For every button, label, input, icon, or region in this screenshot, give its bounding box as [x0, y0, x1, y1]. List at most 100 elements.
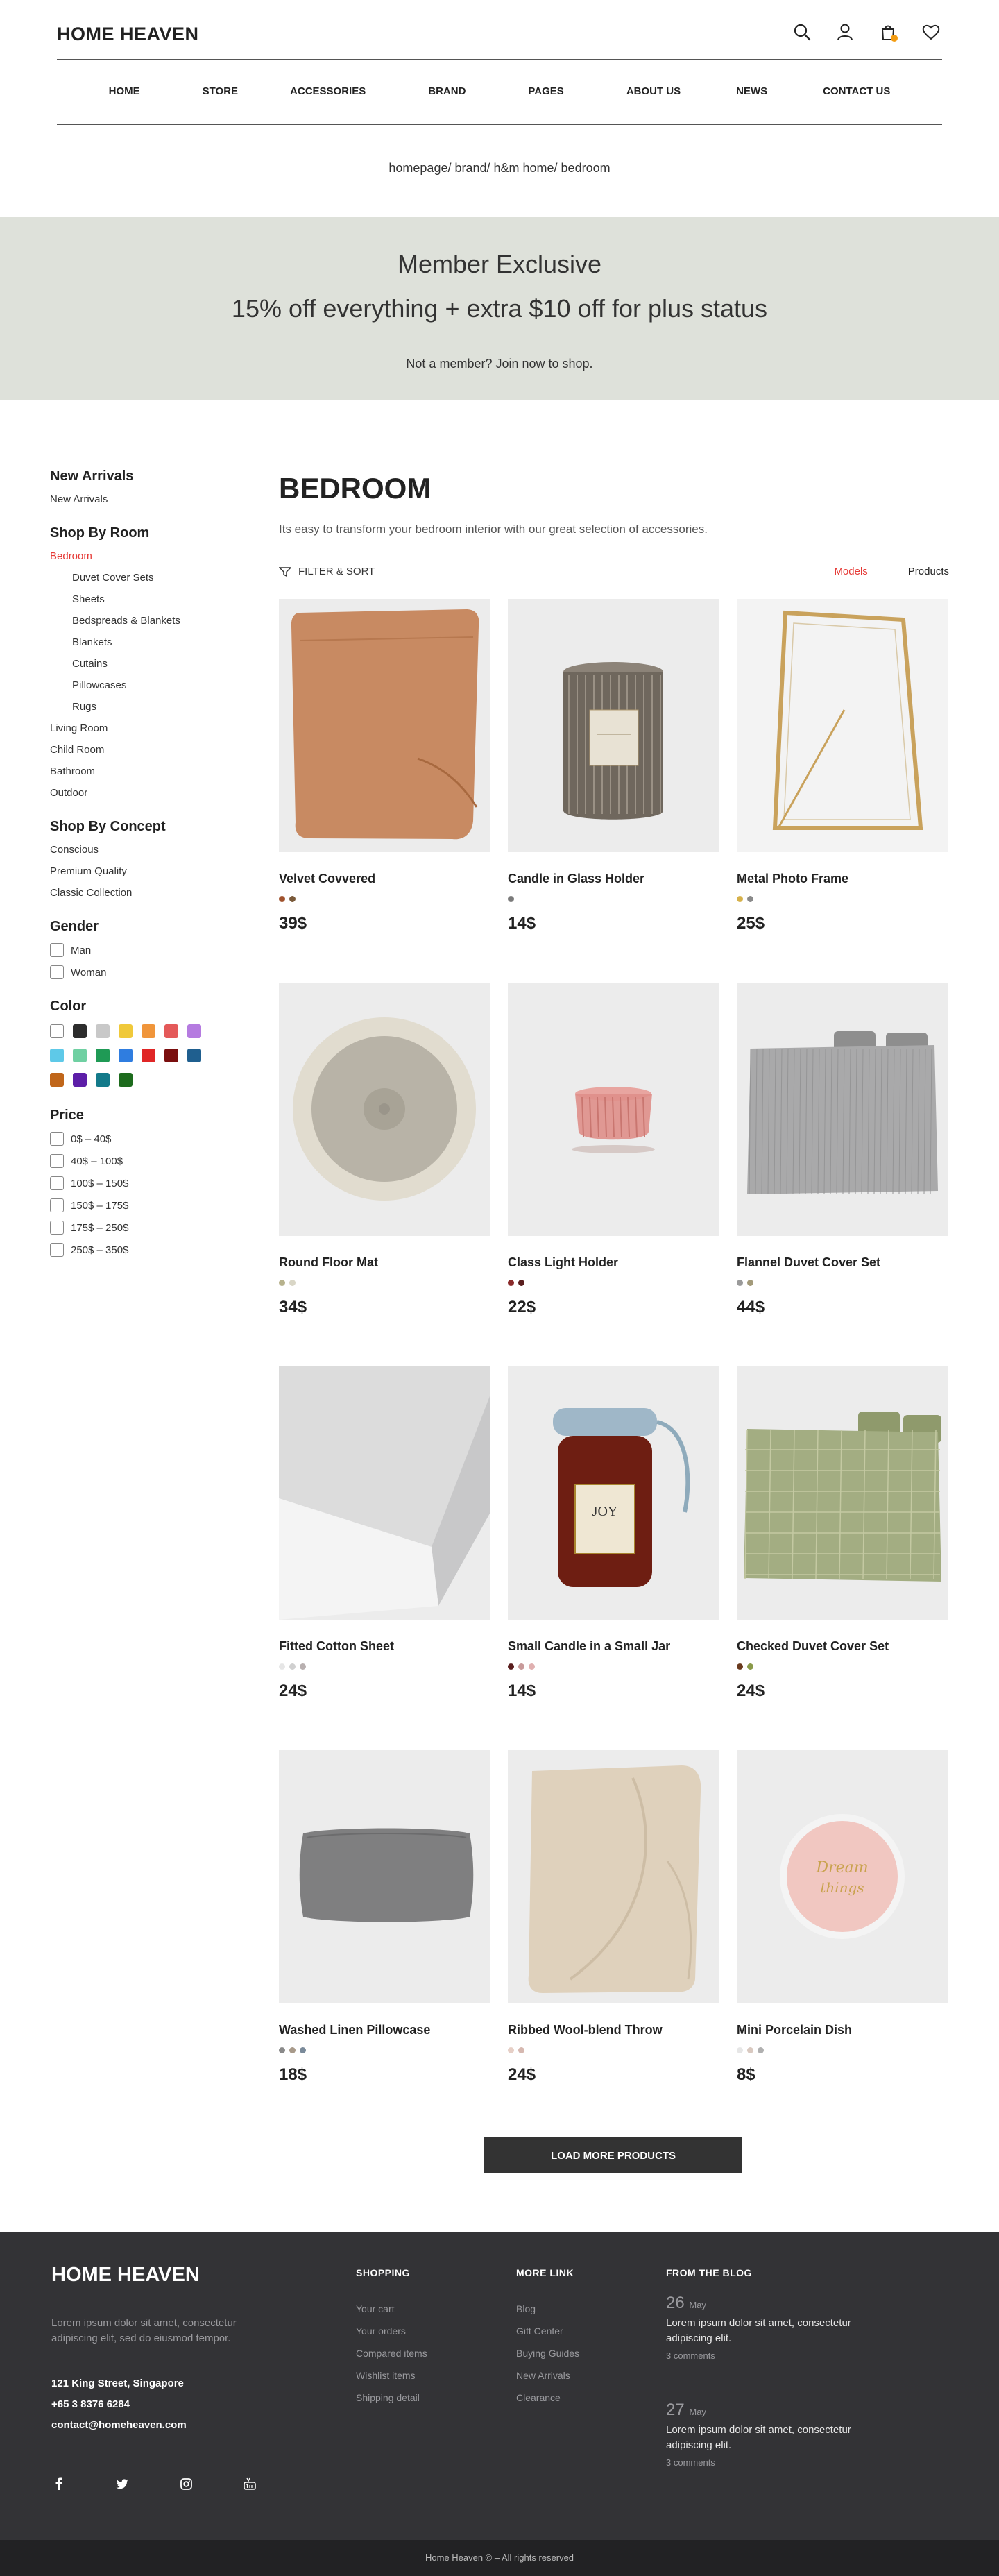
youtube-icon[interactable] [243, 2477, 257, 2491]
sidebar-subitem[interactable]: Bedspreads & Blankets [50, 610, 230, 632]
cart-icon[interactable] [877, 21, 899, 43]
color-swatch[interactable] [187, 1024, 201, 1038]
product-name[interactable]: Metal Photo Frame [737, 872, 948, 886]
heart-icon[interactable] [920, 21, 942, 43]
product-image[interactable] [737, 599, 948, 852]
blog-post[interactable]: 27 May Lorem ipsum dolor sit amet, conse… [666, 2400, 871, 2468]
product-name[interactable]: Round Floor Mat [279, 1255, 490, 1270]
nav-item-home[interactable]: HOME [109, 85, 140, 97]
join-link[interactable]: Not a member? Join now to shop. [0, 357, 999, 371]
product-image[interactable] [279, 599, 490, 852]
color-swatch[interactable] [119, 1073, 133, 1087]
footer-link[interactable]: Blog [516, 2298, 579, 2320]
color-swatch[interactable] [164, 1024, 178, 1038]
nav-item-accessories[interactable]: ACCESSORIES [290, 85, 366, 97]
blog-post-comments[interactable]: 3 comments [666, 2457, 871, 2468]
product-image[interactable] [279, 983, 490, 1236]
sidebar-item-concept[interactable]: Premium Quality [50, 861, 230, 882]
price-option[interactable]: 175$ – 250$ [50, 1217, 230, 1239]
color-swatch[interactable] [119, 1049, 133, 1062]
color-dot[interactable] [508, 2047, 514, 2053]
color-dot[interactable] [279, 1663, 285, 1670]
gender-option[interactable]: Man [50, 939, 230, 961]
product-card[interactable]: Flannel Duvet Cover Set 44$ [737, 983, 948, 1366]
color-swatch[interactable] [119, 1024, 133, 1038]
product-name[interactable]: Mini Porcelain Dish [737, 2023, 948, 2037]
sidebar-item-room[interactable]: Outdoor [50, 782, 230, 804]
color-dot[interactable] [747, 1663, 753, 1670]
sidebar-item-new-arrivals[interactable]: New Arrivals [50, 489, 230, 510]
color-dot[interactable] [529, 1663, 535, 1670]
color-swatch[interactable] [142, 1049, 155, 1062]
product-card[interactable]: Velvet Covvered 39$ [279, 599, 490, 983]
footer-phone[interactable]: +65 3 8376 6284 [51, 2394, 187, 2415]
product-card[interactable]: Round Floor Mat 34$ [279, 983, 490, 1366]
product-image[interactable] [508, 1750, 719, 2003]
product-card[interactable]: Candle in Glass Holder 14$ [508, 599, 719, 983]
gender-checkbox[interactable] [50, 965, 64, 979]
color-dot[interactable] [289, 896, 296, 902]
color-dot[interactable] [737, 1663, 743, 1670]
blog-post[interactable]: 26 May Lorem ipsum dolor sit amet, conse… [666, 2294, 871, 2361]
facebook-icon[interactable] [51, 2477, 65, 2491]
color-dot[interactable] [300, 1663, 306, 1670]
product-card[interactable]: Ribbed Wool-blend Throw 24$ [508, 1750, 719, 2134]
filter-sort-button[interactable]: FILTER & SORT [279, 566, 375, 577]
color-dot[interactable] [518, 1663, 524, 1670]
price-checkbox[interactable] [50, 1198, 64, 1212]
blog-post-comments[interactable]: 3 comments [666, 2350, 871, 2361]
price-option[interactable]: 100$ – 150$ [50, 1172, 230, 1194]
footer-link[interactable]: Shipping detail [356, 2387, 427, 2409]
color-dot[interactable] [279, 2047, 285, 2053]
sidebar-item-room[interactable]: Living Room [50, 718, 230, 739]
color-swatch[interactable] [142, 1024, 155, 1038]
color-dot[interactable] [518, 1280, 524, 1286]
color-swatch[interactable] [96, 1024, 110, 1038]
sidebar-subitem[interactable]: Blankets [50, 632, 230, 653]
color-dot[interactable] [279, 896, 285, 902]
color-dot[interactable] [747, 2047, 753, 2053]
nav-item-store[interactable]: STORE [203, 85, 238, 97]
price-option[interactable]: 250$ – 350$ [50, 1239, 230, 1261]
price-option[interactable]: 40$ – 100$ [50, 1150, 230, 1172]
instagram-icon[interactable] [179, 2477, 193, 2491]
sidebar-item-bedroom[interactable]: Bedroom [50, 545, 230, 567]
site-logo[interactable]: HOME HEAVEN [57, 24, 199, 45]
color-dot[interactable] [300, 2047, 306, 2053]
product-name[interactable]: Washed Linen Pillowcase [279, 2023, 490, 2037]
search-icon[interactable] [791, 21, 813, 43]
color-swatch[interactable] [96, 1073, 110, 1087]
product-name[interactable]: Fitted Cotton Sheet [279, 1639, 490, 1654]
color-dot[interactable] [508, 896, 514, 902]
footer-link[interactable]: New Arrivals [516, 2364, 579, 2387]
product-name[interactable]: Flannel Duvet Cover Set [737, 1255, 948, 1270]
product-image[interactable] [279, 1366, 490, 1620]
color-swatch[interactable] [50, 1024, 64, 1038]
price-checkbox[interactable] [50, 1154, 64, 1168]
footer-logo[interactable]: HOME HEAVEN [51, 2264, 200, 2287]
gender-option[interactable]: Woman [50, 961, 230, 983]
product-name[interactable]: Candle in Glass Holder [508, 872, 719, 886]
product-card[interactable]: Class Light Holder 22$ [508, 983, 719, 1366]
color-dot[interactable] [289, 2047, 296, 2053]
nav-item-pages[interactable]: PAGES [528, 85, 563, 97]
footer-link[interactable]: Your orders [356, 2320, 427, 2342]
product-card[interactable]: Fitted Cotton Sheet 24$ [279, 1366, 490, 1750]
sidebar-item-room[interactable]: Bathroom [50, 761, 230, 782]
load-more-button[interactable]: LOAD MORE PRODUCTS [484, 2137, 742, 2174]
color-swatch[interactable] [73, 1073, 87, 1087]
blog-post-text[interactable]: Lorem ipsum dolor sit amet, consectetur … [666, 2316, 871, 2346]
color-swatch[interactable] [50, 1073, 64, 1087]
color-dot[interactable] [747, 1280, 753, 1286]
product-image[interactable] [737, 983, 948, 1236]
nav-item-news[interactable]: NEWS [736, 85, 767, 97]
view-models-tab[interactable]: Models [834, 566, 867, 577]
color-dot[interactable] [508, 1280, 514, 1286]
color-dot[interactable] [289, 1663, 296, 1670]
sidebar-item-room[interactable]: Child Room [50, 739, 230, 761]
sidebar-item-concept[interactable]: Classic Collection [50, 882, 230, 904]
product-name[interactable]: Checked Duvet Cover Set [737, 1639, 948, 1654]
color-swatch[interactable] [96, 1049, 110, 1062]
color-swatch[interactable] [73, 1024, 87, 1038]
nav-item-about-us[interactable]: ABOUT US [626, 85, 681, 97]
